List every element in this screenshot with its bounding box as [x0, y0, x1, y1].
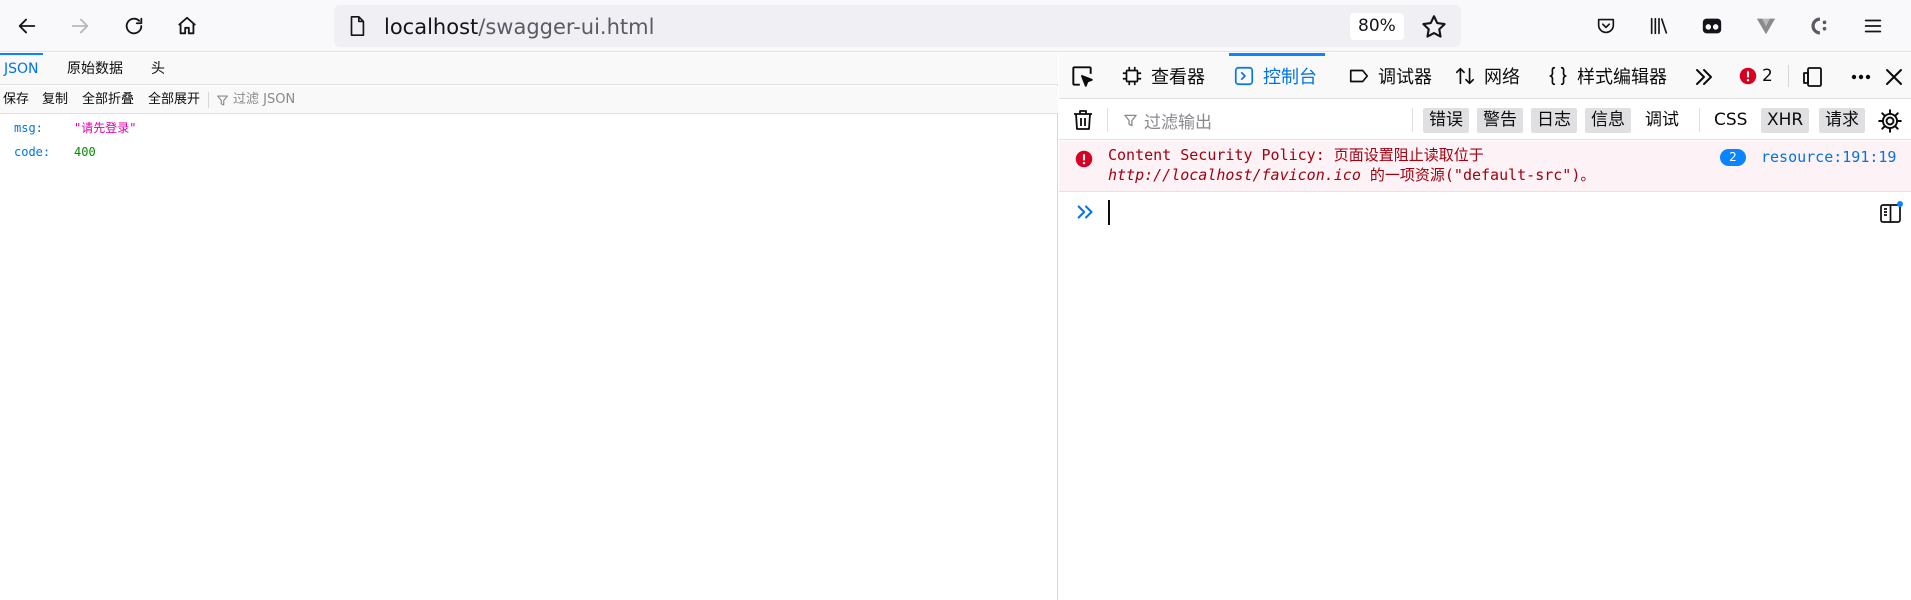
console-input-caret[interactable]: [1108, 200, 1110, 225]
devtools-tab-bar: 查看器 控制台 调试器 网络 样式编辑器 2: [1059, 53, 1911, 99]
repeat-count-badge: 2: [1720, 149, 1746, 166]
filter-divider: [1412, 108, 1413, 132]
error-icon: [1075, 150, 1093, 168]
console-message-error[interactable]: Content Security Policy: 页面设置阻止读取位于 http…: [1059, 141, 1911, 192]
url-host: localhost: [384, 15, 479, 39]
zoom-level-button[interactable]: 80%: [1350, 13, 1404, 40]
json-viewer-tabs: JSON 原始数据 头: [0, 53, 1058, 85]
filter-debug-toggle[interactable]: 调试: [1639, 108, 1685, 133]
browser-toolbar: localhost/swagger-ui.html 80%: [0, 0, 1911, 52]
filter-css-toggle[interactable]: CSS: [1708, 108, 1753, 133]
toolbar-divider: [1788, 65, 1789, 87]
filter-icon: [217, 94, 228, 106]
message-source-location-link[interactable]: resource:191:19: [1761, 147, 1896, 167]
tab-label: 网络: [1484, 67, 1520, 88]
json-number-value: 400: [74, 145, 96, 159]
filter-icon: [1124, 114, 1137, 126]
reload-icon[interactable]: [118, 10, 150, 42]
close-icon[interactable]: [1882, 65, 1906, 89]
devtools-panel: 查看器 控制台 调试器 网络 样式编辑器 2 过滤输出 错误 警告 日志 信息 …: [1059, 53, 1911, 600]
extension-v-icon[interactable]: [1750, 10, 1782, 42]
gear-icon[interactable]: [1877, 108, 1903, 134]
tab-label: 查看器: [1151, 67, 1205, 88]
tab-inspector[interactable]: 查看器: [1121, 53, 1205, 99]
tab-label: 控制台: [1263, 67, 1317, 88]
console-filter-bar: 过滤输出 错误 警告 日志 信息 调试 CSS XHR 请求: [1059, 100, 1911, 140]
home-icon[interactable]: [171, 10, 203, 42]
pocket-icon[interactable]: [1590, 10, 1622, 42]
json-key: msg:: [14, 121, 43, 135]
expand-all-button[interactable]: 全部展开: [148, 86, 200, 114]
error-count: 2: [1762, 66, 1773, 86]
filter-xhr-toggle[interactable]: XHR: [1761, 108, 1810, 133]
url-text[interactable]: localhost/swagger-ui.html: [384, 15, 654, 39]
responsive-design-icon[interactable]: [1801, 65, 1825, 89]
json-filter-placeholder: 过滤 JSON: [233, 92, 296, 107]
filter-errors-toggle[interactable]: 错误: [1423, 108, 1469, 133]
error-icon: [1739, 67, 1757, 85]
json-key: code:: [14, 145, 51, 159]
collapse-all-button[interactable]: 全部折叠: [82, 86, 134, 114]
extension-c-icon[interactable]: [1803, 10, 1835, 42]
message-url-link[interactable]: http://localhost/favicon.ico: [1108, 166, 1361, 184]
filter-info-toggle[interactable]: 信息: [1585, 108, 1631, 133]
output-filter-input[interactable]: 过滤输出: [1123, 100, 1212, 140]
element-picker-icon[interactable]: [1069, 63, 1095, 89]
filter-warnings-toggle[interactable]: 警告: [1477, 108, 1523, 133]
star-icon[interactable]: [1420, 13, 1448, 41]
extension-mask-icon[interactable]: [1696, 10, 1728, 42]
filter-divider: [1107, 108, 1108, 132]
message-text-after: 的一项资源("default-src")。: [1360, 166, 1596, 184]
back-arrow-icon[interactable]: [11, 10, 43, 42]
json-actions-bar: 保存 复制 全部折叠 全部展开 过滤 JSON: [0, 86, 1058, 114]
console-icon: [1234, 66, 1254, 86]
more-options-icon[interactable]: [1849, 65, 1873, 89]
tab-json[interactable]: JSON: [0, 53, 43, 85]
message-text: Content Security Policy: 页面设置阻止读取位于 http…: [1108, 145, 1718, 185]
inspector-icon: [1122, 66, 1142, 86]
trash-icon[interactable]: [1071, 108, 1095, 132]
url-bar[interactable]: localhost/swagger-ui.html 80%: [334, 5, 1461, 47]
json-string-value: "请先登录": [74, 121, 137, 135]
tab-network[interactable]: 网络: [1454, 53, 1520, 99]
message-text-before: Content Security Policy: 页面设置阻止读取位于: [1108, 146, 1484, 164]
filter-divider: [1699, 108, 1700, 132]
tab-console[interactable]: 控制台: [1229, 53, 1325, 99]
json-viewer: JSON 原始数据 头 保存 复制 全部折叠 全部展开 过滤 JSON msg:…: [0, 53, 1058, 600]
json-row-msg[interactable]: msg: "请先登录": [14, 118, 314, 138]
debugger-icon: [1349, 69, 1369, 83]
hamburger-menu-icon[interactable]: [1857, 10, 1889, 42]
tab-debugger[interactable]: 调试器: [1348, 53, 1432, 99]
error-count-indicator[interactable]: 2: [1739, 53, 1773, 99]
tab-label: 样式编辑器: [1577, 67, 1667, 88]
tab-style-editor[interactable]: 样式编辑器: [1547, 53, 1667, 99]
page-info-icon[interactable]: [346, 15, 368, 37]
console-prompt-chevron-icon: [1077, 205, 1093, 219]
tab-label: 调试器: [1378, 67, 1432, 88]
split-console-icon: [1880, 201, 1903, 223]
network-icon: [1455, 67, 1475, 85]
copy-button[interactable]: 复制: [42, 86, 68, 114]
curly-braces-icon: [1548, 66, 1568, 86]
tab-headers[interactable]: 头: [147, 53, 169, 85]
tab-raw-data[interactable]: 原始数据: [63, 53, 127, 85]
chevron-double-right-icon[interactable]: [1692, 65, 1716, 89]
filter-requests-toggle[interactable]: 请求: [1819, 108, 1865, 133]
save-button[interactable]: 保存: [3, 86, 29, 114]
library-icon[interactable]: [1643, 10, 1675, 42]
actions-divider: [208, 92, 209, 108]
forward-arrow-icon[interactable]: [64, 10, 96, 42]
json-row-code[interactable]: code: 400: [14, 142, 314, 162]
filter-logs-toggle[interactable]: 日志: [1531, 108, 1577, 133]
json-filter-input[interactable]: 过滤 JSON: [216, 86, 295, 114]
output-filter-placeholder: 过滤输出: [1144, 112, 1212, 133]
url-path: /swagger-ui.html: [478, 15, 655, 39]
editor-mode-toggle[interactable]: [1878, 200, 1904, 226]
